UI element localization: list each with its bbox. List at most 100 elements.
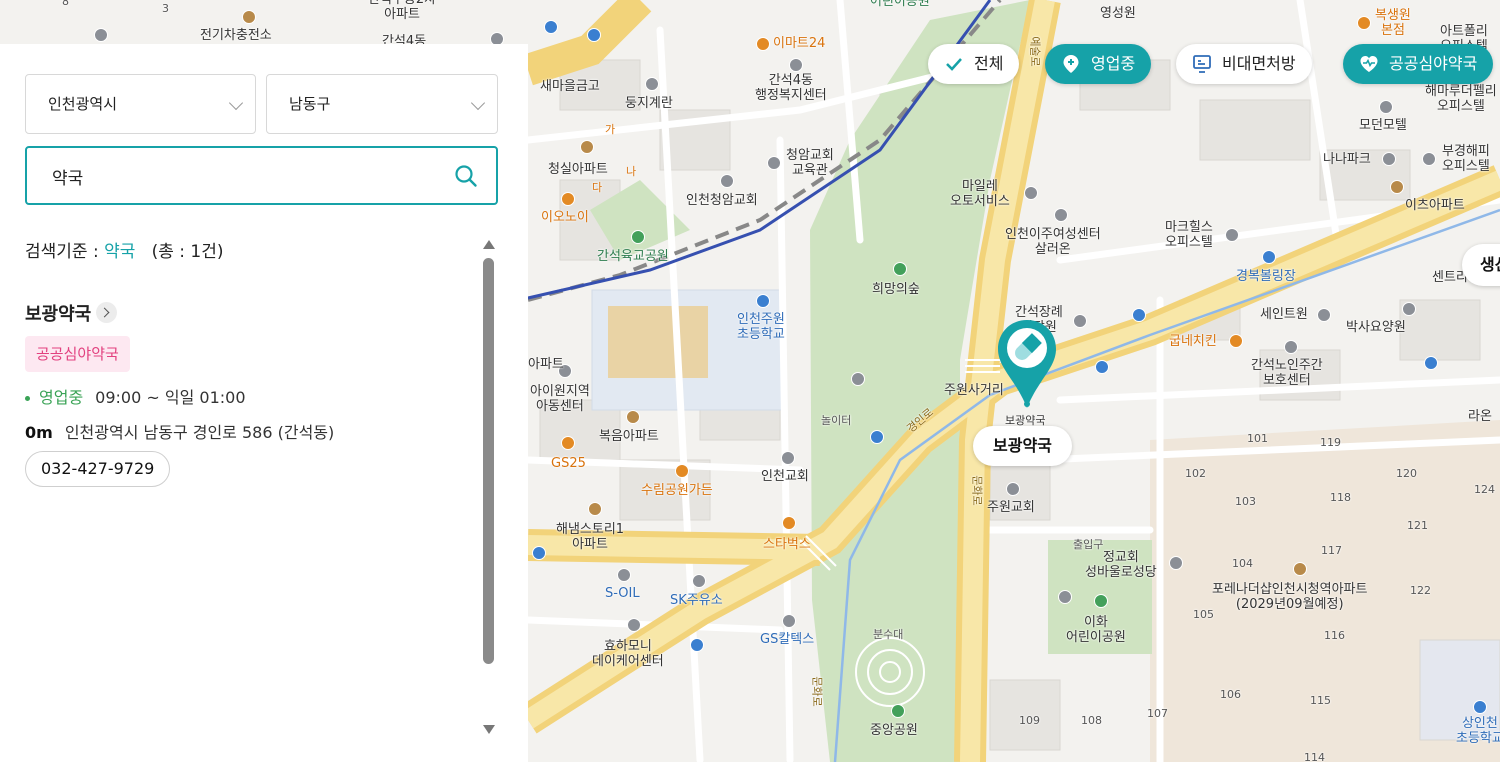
gas-station-icon [782,614,796,628]
apartment-icon [580,140,594,154]
poi-icon [627,618,641,632]
map-label: 인천청암교회 [686,193,758,208]
chevron-right-icon[interactable] [96,302,117,323]
park-icon [891,704,905,718]
building-number: 116 [1324,629,1345,642]
poi-icon [1024,186,1038,200]
building-number: 124 [1474,483,1495,496]
poi-icon [789,58,803,72]
building-number: 119 [1320,436,1341,449]
results-scrollbar[interactable] [481,240,497,734]
building-number: 117 [1321,544,1342,557]
bus-stop-icon [690,638,704,652]
poi-icon [242,10,256,24]
filter-label: 영업중 [1091,54,1136,73]
map-label: 3 [162,2,169,15]
building-number: 102 [1185,467,1206,480]
road-label: 예술로 [1028,36,1042,67]
building-number: 114 [1304,751,1325,762]
apartment-icon [588,502,602,516]
result-pharmacy-name[interactable]: 보광약국 [25,300,91,326]
map-label: 이츠아파트 [1405,198,1465,213]
building-number: 108 [1081,714,1102,727]
school-icon [756,294,770,308]
bus-stop-icon [1132,308,1146,322]
filter-telemedicine-button[interactable]: 비대면처방 [1176,44,1312,84]
region-select[interactable]: 인천광역시 [25,74,256,134]
scroll-down-arrow-icon[interactable] [483,725,495,734]
poi-icon [1054,208,1068,222]
map-label: 간석육교공원 [597,249,669,264]
map-label: 상인천 초등학교 [1456,716,1500,746]
map-label: 해냄스토리1 아파트 [556,522,625,552]
marker-name-label[interactable]: 보광약국 [973,426,1072,466]
filter-label: 비대면처방 [1222,54,1296,73]
scroll-up-arrow-icon[interactable] [483,240,495,249]
poi-icon [1379,100,1393,114]
gas-station-icon [617,568,631,582]
poi-icon [94,28,108,42]
pharmacy-marker-icon[interactable] [996,318,1058,410]
building-number: 106 [1220,688,1241,701]
map-label: 나 [626,165,637,178]
map-label: 전기차충전소 [200,28,272,43]
map-label: 포레나더샵인천시청역아파트 (2029년09월예정) [1212,582,1368,612]
district-select[interactable]: 남동구 [266,74,498,134]
park-icon [631,230,645,244]
restaurant-icon [1229,334,1243,348]
bus-stop-icon [1424,356,1438,370]
map-label: 효하모니 데이케어센터 [592,639,664,669]
filter-night-pharmacy-button[interactable]: 공공심야약국 [1343,44,1494,84]
business-hours: 09:00 ~ 익일 01:00 [95,388,246,407]
bus-stop-icon [587,28,601,42]
map-label: 이마트24 [773,36,826,51]
hospital-icon [1402,302,1416,316]
apartment-icon [1293,562,1307,576]
map-label: 주원사거리 [944,383,1004,398]
poi-icon [1382,152,1396,166]
apartment-icon [626,410,640,424]
gas-station-icon [692,574,706,588]
restaurant-icon [561,192,575,206]
map-label: 간석4동 행정복지센터 [755,73,827,103]
search-input[interactable] [52,160,452,192]
restaurant-icon [675,464,689,478]
building-number: 118 [1330,491,1351,504]
map-label: 간석노인주간 보호센터 [1251,358,1323,388]
map-label: GS칼텍스 [760,632,815,647]
poi-icon [1284,340,1298,354]
map-label: 정교회 성바울로성당 [1085,550,1157,580]
apartment-icon [1390,180,1404,194]
check-icon [946,58,962,71]
map-label: 가 [605,123,616,136]
map-label: 희망의숲 [872,282,920,297]
filter-open-button[interactable]: 영업중 [1045,44,1152,84]
convenience-store-icon [756,37,770,51]
filter-all-button[interactable]: 전체 [928,44,1020,84]
filter-label: 공공심야약국 [1389,54,1478,73]
map-label: 아파트 [528,357,564,372]
map-label: 세인트원 [1260,307,1308,322]
map-label: 청암교회 교육관 [786,148,834,178]
heart-pulse-icon [1360,56,1378,72]
road-label: 문화로 [810,676,824,707]
map-label: 8 [62,0,69,8]
location-pin-icon [1063,55,1079,73]
map-label: 복음아파트 [599,429,659,444]
map-label: 인천교회 [761,469,809,484]
map-label: S-OIL [605,586,640,601]
map-place-chip[interactable]: 생산 [1462,244,1500,286]
map-label: 이오노이 [541,210,589,225]
search-box [25,146,498,205]
night-pharmacy-badge: 공공심야약국 [25,336,130,372]
map-label: 인천주원 초등학교 [737,312,785,342]
bus-stop-icon [1095,360,1109,374]
map-label: 경복볼링장 [1236,269,1296,284]
road-label: 문화로 [970,475,984,506]
map-label: SK주유소 [670,593,723,608]
map-label: 수림공원가든 [641,483,713,498]
bus-stop-icon [544,20,558,34]
scrollbar-thumb[interactable] [483,258,494,664]
search-icon[interactable] [454,164,478,188]
phone-number-button[interactable]: 032-427-9729 [25,451,171,487]
